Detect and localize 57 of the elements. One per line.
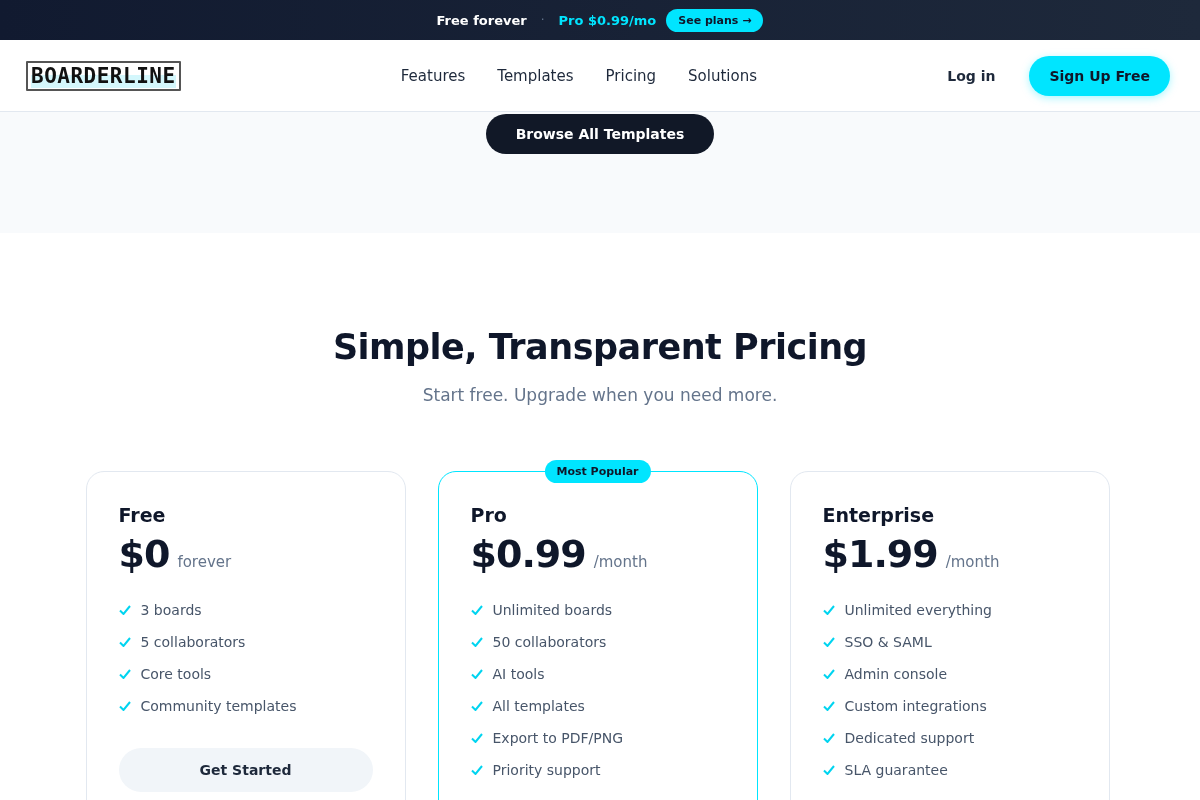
- price-period: forever: [177, 553, 232, 571]
- feature-text: SSO & SAML: [844, 634, 932, 650]
- section-title: Simple, Transparent Pricing: [332, 327, 868, 367]
- browse-templates-button[interactable]: Browse All Templates: [485, 114, 715, 154]
- checkmark-icon: [470, 701, 483, 711]
- plan-name: Pro: [470, 504, 508, 526]
- promo-text: Free forever: [436, 12, 527, 28]
- checkmark-icon: [470, 637, 483, 647]
- checkmark-icon: [118, 669, 131, 679]
- checkmark-icon: [822, 701, 835, 711]
- checkmark-icon: [822, 637, 835, 647]
- feature-text: All templates: [492, 698, 585, 714]
- checkmark-icon: [470, 669, 483, 679]
- signup-button[interactable]: Sign Up Free: [1029, 55, 1170, 96]
- feature-text: Community templates: [140, 698, 297, 714]
- checkmark-icon: [118, 701, 131, 711]
- feature-text: 3 boards: [140, 602, 202, 618]
- nav-link[interactable]: Solutions: [688, 66, 757, 85]
- checkmark-icon: [118, 637, 131, 647]
- plan-price: $0: [118, 532, 170, 576]
- price-period: /month: [945, 553, 1000, 571]
- plan-price: $1.99: [822, 532, 938, 576]
- feature-text: Unlimited everything: [844, 602, 992, 618]
- checkmark-icon: [470, 765, 483, 775]
- promo-highlight: Pro $0.99/mo: [558, 12, 657, 28]
- nav-link[interactable]: Features: [400, 66, 466, 85]
- plan-name: Enterprise: [822, 504, 936, 526]
- feature-text: Core tools: [140, 666, 212, 682]
- checkmark-icon: [822, 733, 835, 743]
- plan-price: $0.99: [470, 532, 586, 576]
- popular-badge: Most Popular: [544, 460, 651, 483]
- plan-name: Free: [118, 504, 167, 526]
- feature-text: Unlimited boards: [492, 602, 613, 618]
- feature-text: Dedicated support: [844, 730, 975, 746]
- feature-text: Admin console: [844, 666, 948, 682]
- checkmark-icon: [822, 605, 835, 615]
- checkmark-icon: [822, 669, 835, 679]
- feature-text: SLA guarantee: [844, 762, 948, 778]
- feature-text: 50 collaborators: [492, 634, 607, 650]
- feature-text: AI tools: [492, 666, 545, 682]
- checkmark-icon: [822, 765, 835, 775]
- price-period: /month: [593, 553, 648, 571]
- feature-text: Priority support: [492, 762, 601, 778]
- login-link[interactable]: Log in: [947, 67, 996, 84]
- feature-text: 5 collaborators: [140, 634, 246, 650]
- nav-link[interactable]: Templates: [497, 66, 574, 85]
- feature-text: Custom integrations: [844, 698, 987, 714]
- logo[interactable]: BOARDERLINE: [26, 60, 181, 91]
- checkmark-icon: [470, 733, 483, 743]
- get-started-button[interactable]: Get Started: [118, 748, 373, 792]
- nav-link[interactable]: Pricing: [605, 66, 657, 85]
- separator-dot: ·: [540, 13, 545, 27]
- section-subtitle: Start free. Upgrade when you need more.: [422, 385, 778, 405]
- feature-text: Export to PDF/PNG: [492, 730, 624, 746]
- see-plans-button[interactable]: See plans →: [666, 8, 764, 32]
- checkmark-icon: [470, 605, 483, 615]
- checkmark-icon: [118, 605, 131, 615]
